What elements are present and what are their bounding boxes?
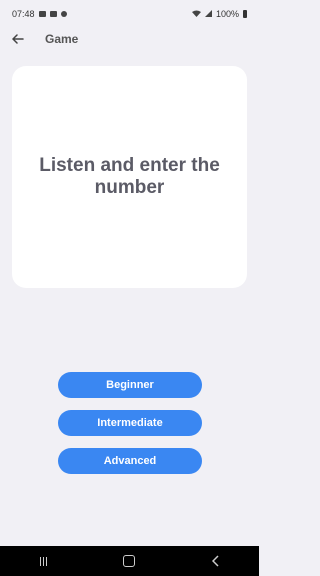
- home-icon: [123, 555, 136, 567]
- status-right: 100%: [191, 9, 247, 19]
- recent-apps-button[interactable]: [28, 549, 58, 573]
- arrow-left-icon: [12, 34, 24, 44]
- gallery-icon: [38, 11, 46, 17]
- home-button[interactable]: [114, 549, 144, 573]
- prompt-card: Listen and enter the number: [12, 66, 247, 288]
- chevron-left-icon: [211, 555, 219, 567]
- wifi-icon: [191, 9, 201, 19]
- back-button[interactable]: [10, 28, 26, 50]
- intermediate-button[interactable]: Intermediate: [58, 410, 202, 436]
- prompt-text: Listen and enter the number: [39, 155, 220, 198]
- app-header: Game: [0, 28, 259, 50]
- notification-icon: [60, 11, 67, 17]
- beginner-button[interactable]: Beginner: [58, 372, 202, 398]
- advanced-button[interactable]: Advanced: [58, 448, 202, 474]
- battery-level: 100%: [215, 9, 239, 19]
- page-title: Game: [45, 32, 79, 46]
- system-nav-bar: [0, 546, 259, 576]
- clock: 07:48: [12, 9, 35, 19]
- mail-icon: [49, 11, 57, 17]
- system-back-button[interactable]: [201, 549, 231, 573]
- recent-apps-icon: [39, 556, 47, 566]
- signal-icon: [204, 9, 212, 19]
- battery-icon: [243, 10, 247, 18]
- status-left: 07:48: [12, 9, 67, 19]
- status-bar: 07:48 100%: [0, 0, 259, 28]
